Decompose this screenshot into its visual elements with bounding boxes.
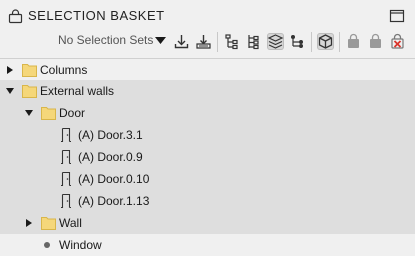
tree-item-door-3-1[interactable]: (A) Door.3.1 [0,124,415,146]
basket-icon [8,9,23,24]
tree-dots-icon[interactable] [289,33,306,50]
door-icon [61,128,71,142]
panel-title: SELECTION BASKET [28,8,165,23]
collapse-arrow-icon[interactable] [6,87,14,95]
tree-item-external-walls[interactable]: External walls [0,80,415,102]
layers-icon[interactable] [267,33,284,50]
tree-item-label: (A) Door.0.9 [78,150,143,164]
tree-item-label: (A) Door.0.10 [78,172,150,186]
panel-header: SELECTION BASKET [0,0,415,32]
maximize-icon[interactable] [389,9,405,23]
door-icon [61,150,71,164]
tree-item-label: Columns [40,63,88,77]
selection-sets-dropdown[interactable]: No Selection Sets [58,33,153,51]
tree-item-door-0-10[interactable]: (A) Door.0.10 [0,168,415,190]
folder-icon [41,217,56,230]
tree-item-label: External walls [40,84,115,98]
expand-arrow-icon[interactable] [25,219,33,227]
toolbar-separator [311,32,312,52]
door-icon [61,194,71,208]
door-icon [61,172,71,186]
tree-hierarchy-icon[interactable] [224,33,241,50]
bullet-icon [44,242,50,248]
import-to-basket-icon[interactable] [195,33,212,50]
tree-item-door[interactable]: Door [0,102,415,124]
expand-arrow-icon[interactable] [6,66,14,74]
tree-item-label: Wall [59,216,82,230]
toolbar: No Selection Sets [0,30,415,54]
tree-item-wall[interactable]: Wall [0,212,415,234]
tree-flat-icon[interactable] [245,33,262,50]
tree-item-label: (A) Door.1.13 [78,194,150,208]
import-download-icon[interactable] [173,33,190,50]
tree-item-columns[interactable]: Columns [0,58,415,81]
tree-item-label: Door [59,106,86,120]
selection-tree: Columns External walls Door (A) Door.3.1 [0,58,415,256]
tree-item-label: Window [59,238,102,252]
basket-icon[interactable] [345,33,362,50]
folder-icon [41,107,56,120]
folder-icon [22,85,37,98]
toolbar-separator [217,32,218,52]
folder-icon [22,64,37,77]
tree-item-label: (A) Door.3.1 [78,128,143,142]
dropdown-arrow-icon[interactable] [155,37,166,45]
3d-cube-icon[interactable] [317,33,334,50]
collapse-arrow-icon[interactable] [25,109,33,117]
tree-item-door-0-9[interactable]: (A) Door.0.9 [0,146,415,168]
tree-item-window[interactable]: Window [0,234,415,256]
tree-item-door-1-13[interactable]: (A) Door.1.13 [0,190,415,212]
basket-remove-icon[interactable] [367,33,384,50]
toolbar-separator [339,32,340,52]
basket-clear-icon[interactable] [389,33,406,50]
